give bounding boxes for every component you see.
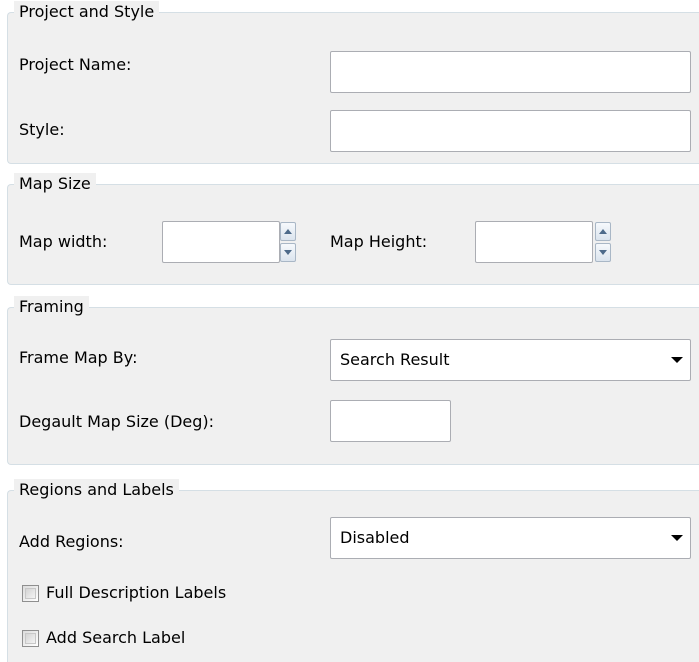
framing-group: Framing Frame Map By: Search Result Dega… [7, 296, 699, 465]
frame-map-by-dropdown[interactable]: Search Result [330, 339, 691, 381]
settings-panel: Project and Style Project Name: Style: M… [0, 0, 699, 662]
project-style-group: Project and Style Project Name: Style: [7, 1, 699, 164]
map-width-spinner[interactable] [280, 222, 296, 262]
regions-labels-title: Regions and Labels [14, 479, 179, 501]
default-map-size-label: Degault Map Size (Deg): [19, 412, 215, 431]
add-search-label-text[interactable]: Add Search Label [46, 627, 185, 649]
spin-up-icon[interactable] [595, 222, 611, 241]
add-regions-value: Disabled [340, 528, 410, 547]
project-name-input[interactable] [330, 51, 691, 93]
map-size-title: Map Size [14, 173, 96, 195]
add-regions-dropdown[interactable]: Disabled [330, 517, 691, 559]
default-map-size-input[interactable] [330, 400, 451, 442]
map-size-group: Map Size Map width: Map Height: [7, 173, 699, 285]
project-style-title: Project and Style [14, 1, 160, 23]
map-height-label: Map Height: [330, 232, 428, 251]
project-name-label: Project Name: [19, 55, 132, 74]
add-search-label-checkbox[interactable] [22, 630, 39, 647]
map-height-spinner[interactable] [595, 222, 611, 262]
style-input[interactable] [330, 110, 691, 152]
regions-labels-group: Regions and Labels Add Regions: Disabled… [7, 479, 699, 662]
map-height-input[interactable] [475, 221, 593, 263]
frame-map-by-label: Frame Map By: [19, 348, 138, 367]
spin-up-icon[interactable] [280, 222, 296, 241]
full-description-checkbox[interactable] [22, 585, 39, 602]
map-width-label: Map width: [19, 232, 108, 251]
chevron-down-icon[interactable] [671, 535, 683, 541]
framing-title: Framing [14, 296, 89, 318]
chevron-down-icon[interactable] [671, 357, 683, 363]
full-description-label[interactable]: Full Description Labels [46, 582, 226, 604]
map-width-input[interactable] [162, 221, 280, 263]
frame-map-by-value: Search Result [340, 350, 450, 369]
spin-down-icon[interactable] [280, 243, 296, 262]
style-label: Style: [19, 120, 65, 139]
add-regions-label: Add Regions: [19, 532, 124, 551]
spin-down-icon[interactable] [595, 243, 611, 262]
